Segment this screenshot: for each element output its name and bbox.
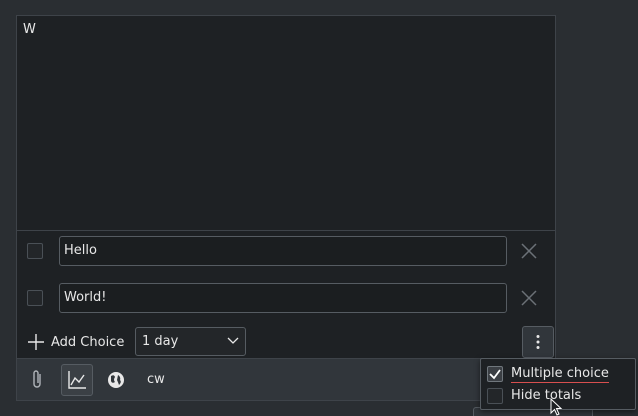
remove-choice-button[interactable] bbox=[519, 288, 539, 308]
attach-button[interactable] bbox=[21, 364, 53, 396]
paperclip-icon bbox=[33, 370, 41, 388]
poll-button[interactable] bbox=[61, 364, 93, 396]
visibility-button[interactable] bbox=[100, 364, 132, 396]
globe-icon bbox=[108, 372, 124, 388]
choice-checkbox[interactable] bbox=[27, 290, 43, 306]
compose-panel: W Hello World! Add Choice 1 day cw bbox=[16, 15, 556, 401]
poll-choice-input[interactable]: Hello bbox=[59, 236, 507, 266]
poll-divider bbox=[17, 230, 555, 231]
close-icon bbox=[521, 290, 537, 306]
poll-choice-row: Hello bbox=[17, 236, 555, 268]
choice-checkbox[interactable] bbox=[27, 243, 43, 259]
compose-textarea[interactable]: W bbox=[17, 16, 555, 230]
poll-duration-select[interactable]: 1 day bbox=[135, 327, 246, 356]
kebab-menu-icon bbox=[536, 335, 540, 349]
add-choice-button[interactable]: Add Choice bbox=[27, 330, 124, 354]
plus-icon bbox=[28, 334, 44, 350]
poll-options-button[interactable] bbox=[522, 326, 554, 358]
poll-choice-input[interactable]: World! bbox=[59, 283, 507, 313]
poll-chart-icon bbox=[68, 371, 86, 389]
poll-choice-row: World! bbox=[17, 283, 555, 315]
mouse-pointer-icon bbox=[550, 398, 563, 416]
menu-item-multiple-choice[interactable]: Multiple choice bbox=[481, 363, 635, 385]
duration-value: 1 day bbox=[142, 334, 179, 349]
compose-toolbar: cw bbox=[17, 358, 555, 400]
content-warning-button[interactable]: cw bbox=[147, 372, 165, 387]
menu-item-label: Multiple choice bbox=[511, 366, 609, 383]
add-choice-label: Add Choice bbox=[51, 334, 125, 350]
multiple-choice-checkbox[interactable] bbox=[487, 366, 503, 382]
menu-item-label: Hide totals bbox=[511, 388, 582, 403]
checkmark-icon bbox=[489, 369, 501, 380]
remove-choice-button[interactable] bbox=[519, 241, 539, 261]
hide-totals-checkbox[interactable] bbox=[487, 388, 503, 404]
close-icon bbox=[521, 243, 537, 259]
chevron-down-icon bbox=[227, 337, 239, 344]
